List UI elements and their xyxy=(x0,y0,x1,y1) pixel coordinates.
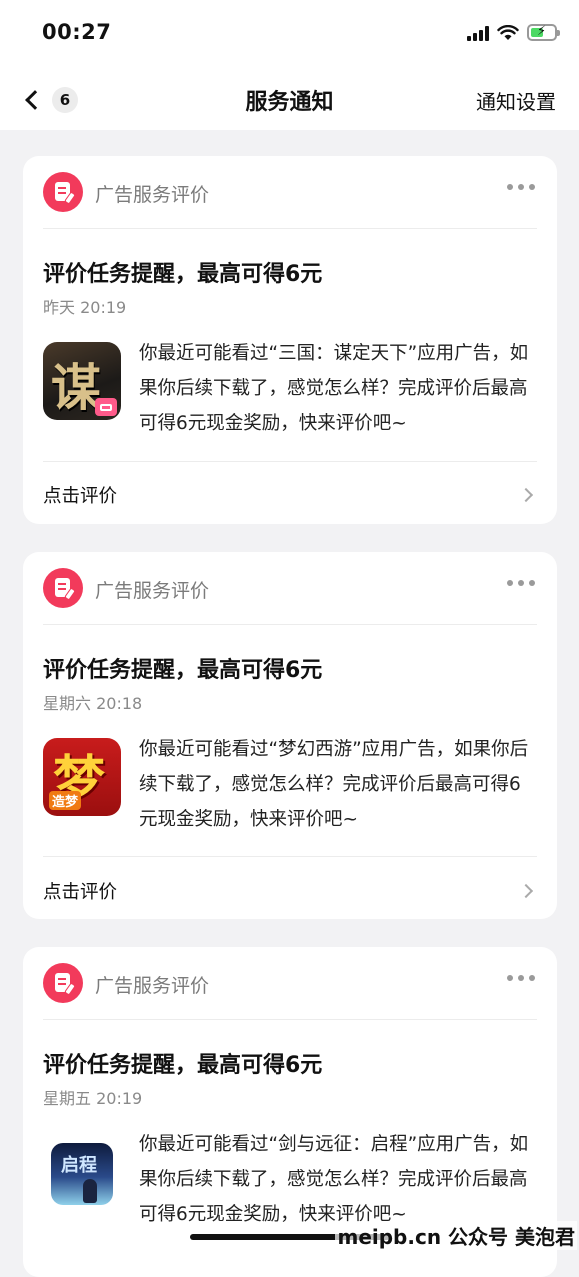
more-options-icon[interactable] xyxy=(507,184,535,190)
navigation-bar: 6 服务通知 通知设置 xyxy=(0,70,579,130)
notification-title: 评价任务提醒，最高可得6元 xyxy=(43,262,323,287)
cellular-signal-icon xyxy=(467,25,489,41)
notification-body: 你最近可能看过“剑与远征：启程”应用广告，如果你后续下载了，感觉怎么样？完成评价… xyxy=(139,1134,529,1225)
ad-review-service-icon xyxy=(43,963,83,1003)
ad-review-service-icon xyxy=(43,568,83,608)
service-name: 广告服务评价 xyxy=(95,580,210,602)
watermark: meipb.cn 公众号 美泡君 xyxy=(335,1221,577,1250)
notification-title: 评价任务提醒，最高可得6元 xyxy=(43,658,323,683)
chevron-right-icon xyxy=(518,883,534,899)
review-action-button[interactable]: 点击评价 xyxy=(43,462,537,522)
status-icons: ⚡ xyxy=(467,24,560,41)
service-name: 广告服务评价 xyxy=(95,184,210,206)
notification-settings-button[interactable]: 通知设置 xyxy=(476,86,556,115)
card-header: 广告服务评价 xyxy=(43,963,537,1003)
app-thumbnail: 谋 xyxy=(43,342,121,420)
notification-time: 星期六 20:18 xyxy=(43,694,143,713)
divider xyxy=(43,856,537,857)
more-options-icon[interactable] xyxy=(507,975,535,981)
action-label: 点击评价 xyxy=(43,486,118,507)
more-options-icon[interactable] xyxy=(507,580,535,586)
notification-card: 广告服务评价 评价任务提醒，最高可得6元 星期六 20:18 梦 造梦 你最近可… xyxy=(23,552,557,919)
notification-time: 星期五 20:19 xyxy=(43,1089,143,1108)
app-thumbnail: 梦 造梦 xyxy=(43,738,121,816)
notification-body: 你最近可能看过“三国：谋定天下”应用广告，如果你后续下载了，感觉怎么样？完成评价… xyxy=(139,343,529,434)
chevron-right-icon xyxy=(518,487,534,503)
card-header: 广告服务评价 xyxy=(43,172,537,212)
action-label: 点击评价 xyxy=(43,882,118,903)
notification-time: 昨天 20:19 xyxy=(43,298,127,317)
divider xyxy=(43,228,537,229)
card-header: 广告服务评价 xyxy=(43,568,537,608)
notification-card: 广告服务评价 评价任务提醒，最高可得6元 昨天 20:19 谋 你最近可能看过“… xyxy=(23,156,557,524)
wifi-icon xyxy=(497,24,519,40)
status-time: 00:27 xyxy=(42,20,112,44)
status-bar: 00:27 ⚡ xyxy=(0,0,579,70)
divider xyxy=(43,624,537,625)
notification-title: 评价任务提醒，最高可得6元 xyxy=(43,1053,323,1078)
divider xyxy=(43,1019,537,1020)
tv-icon xyxy=(95,398,117,416)
battery-charging-icon: ⚡ xyxy=(527,24,560,41)
service-name: 广告服务评价 xyxy=(95,975,210,997)
review-action-button[interactable]: 点击评价 xyxy=(43,858,537,918)
app-thumbnail: 启程 xyxy=(51,1143,113,1205)
ad-review-service-icon xyxy=(43,172,83,212)
notification-body: 你最近可能看过“梦幻西游”应用广告，如果你后续下载了，感觉怎么样？完成评价后最高… xyxy=(139,739,529,830)
